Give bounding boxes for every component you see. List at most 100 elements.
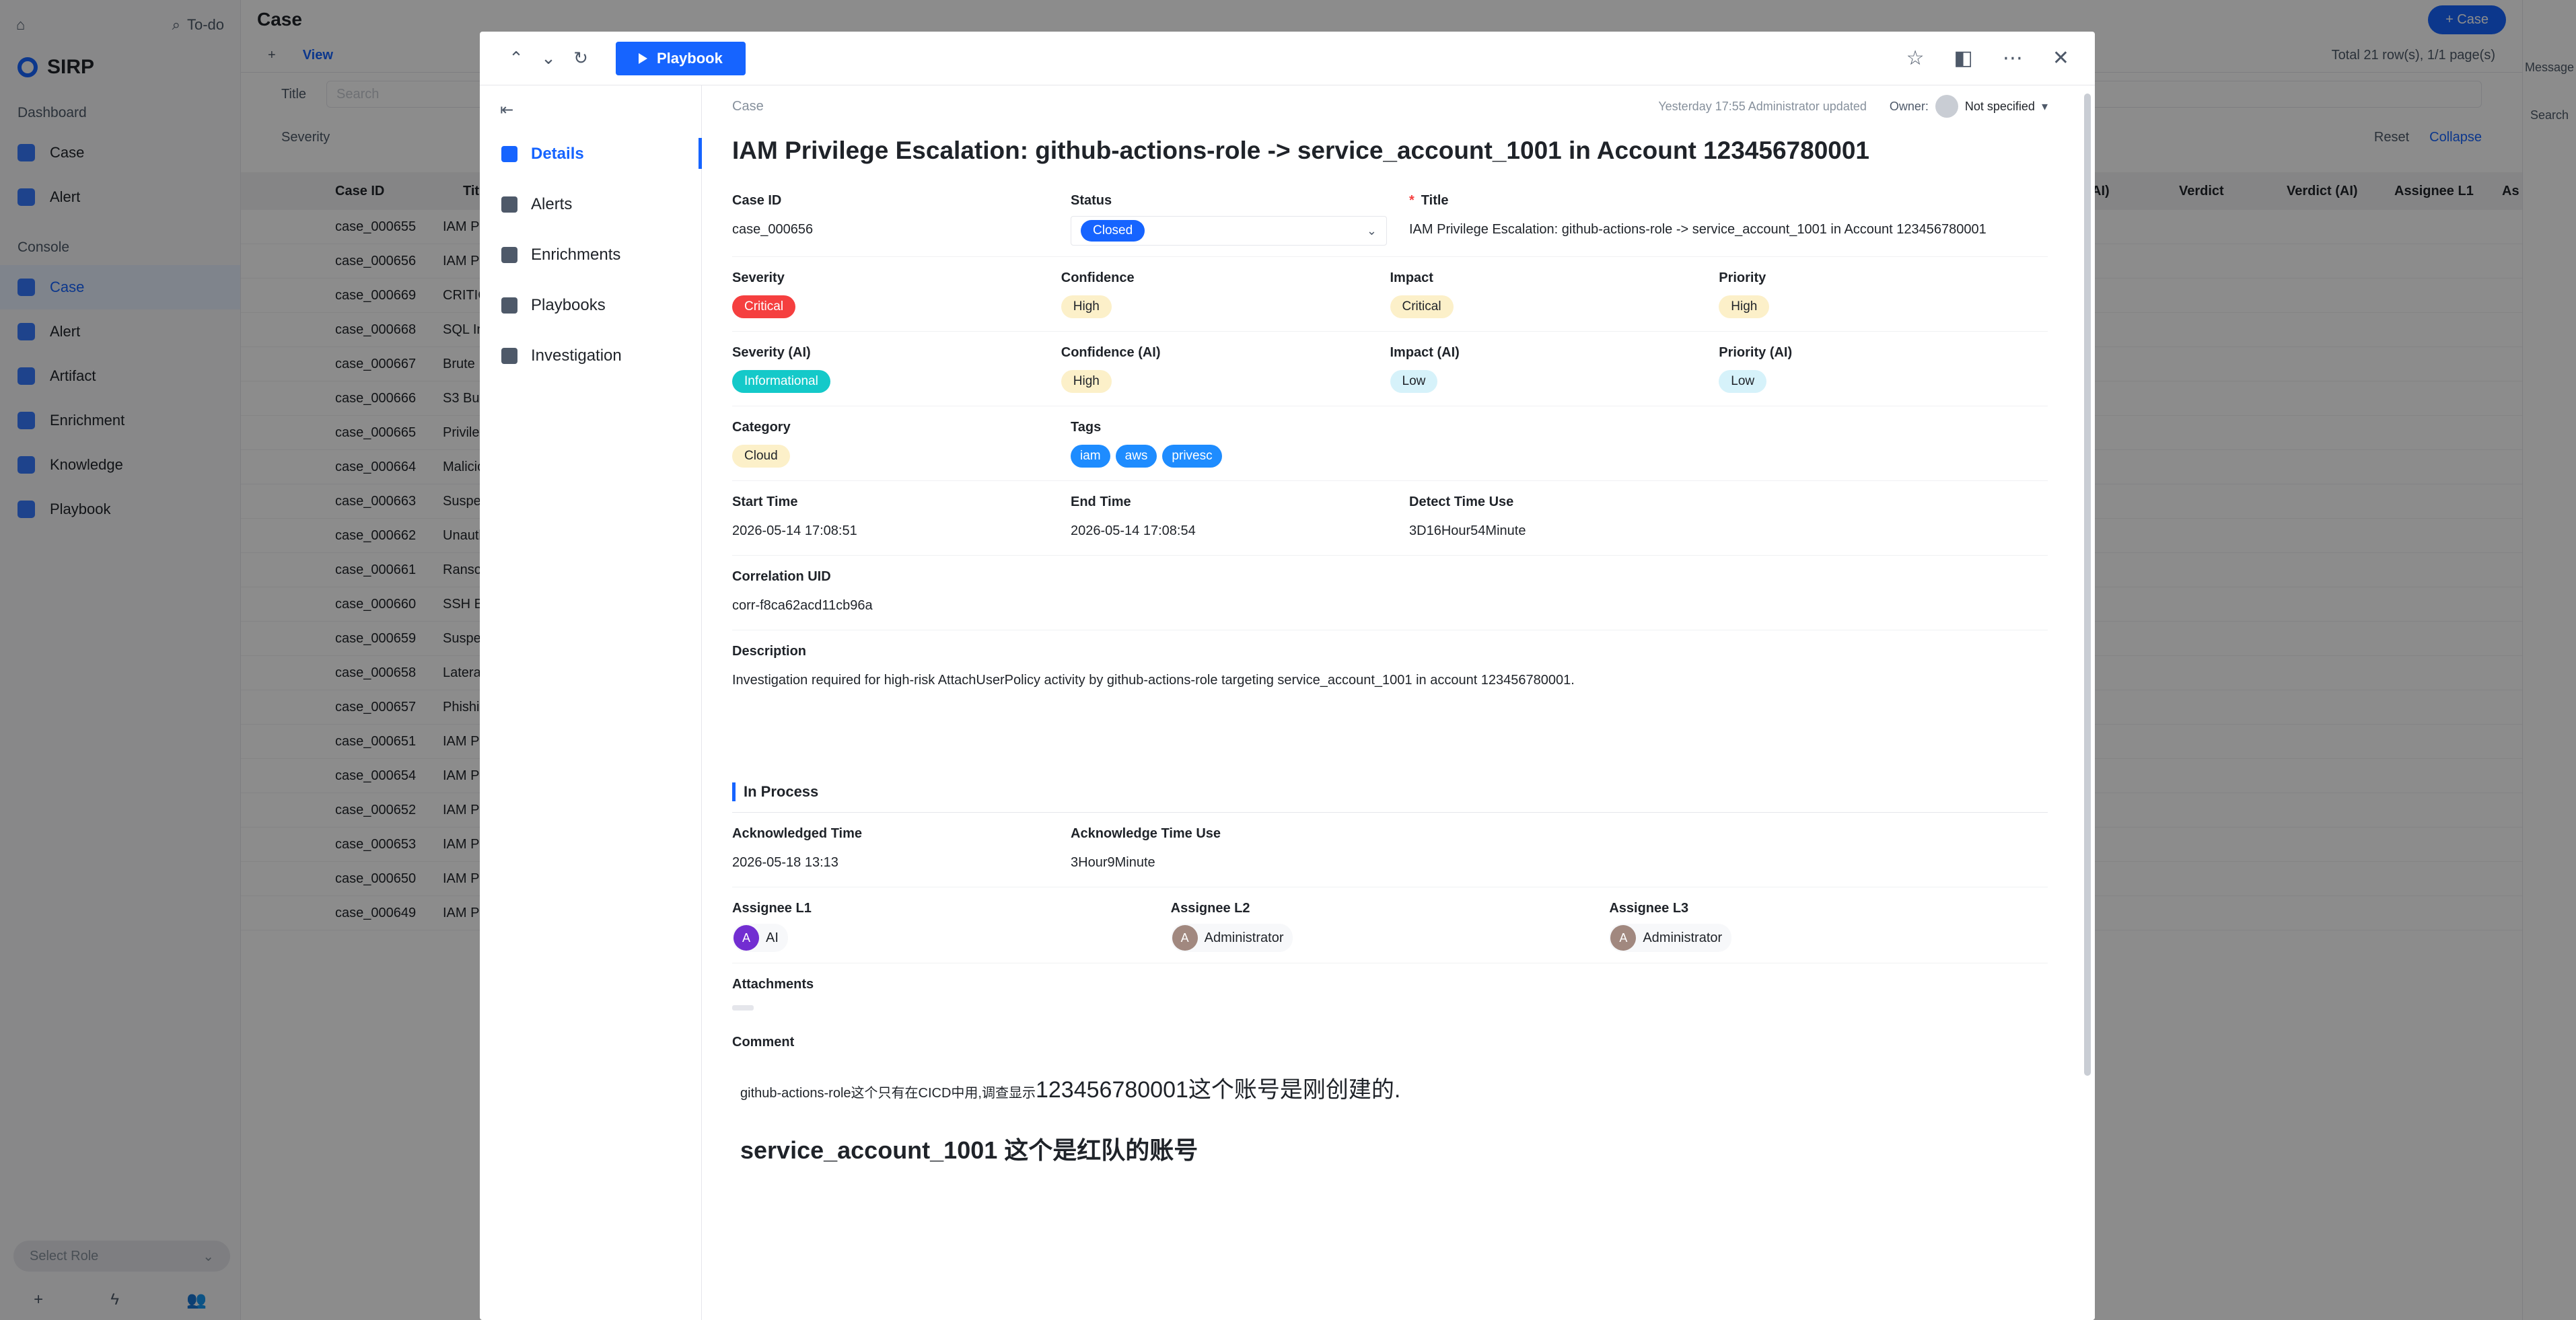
field-label: Tags <box>1071 420 1102 435</box>
field-category: Category Cloud <box>732 420 1071 470</box>
enrichment-icon <box>501 246 517 263</box>
chevron-down-icon[interactable]: ⌄ <box>538 48 559 69</box>
field-priority-ai: Priority (AI) Low <box>1719 345 2048 395</box>
field-value: 3Hour9Minute <box>1071 854 1155 870</box>
playbook-button[interactable]: Playbook <box>616 41 746 75</box>
field-severity-ai: Severity (AI) Informational <box>732 345 1061 395</box>
status-select[interactable]: Closed ⌄ <box>1071 216 1387 246</box>
field-tags: Tags iam aws privesc <box>1071 420 1542 470</box>
attachments-upload[interactable] <box>732 1005 754 1011</box>
description-text[interactable]: Investigation required for high-risk Att… <box>732 667 2048 694</box>
field-label: Description <box>732 644 807 659</box>
field-row: Start Time 2026-05-14 17:08:51 End Time 20… <box>732 481 2048 556</box>
nav-item-label: Alerts <box>531 194 573 213</box>
owner-select[interactable]: Owner: Not specified ▾ <box>1890 95 2048 118</box>
refresh-icon[interactable]: ↻ <box>570 48 592 69</box>
field-row: Description Investigation required for hi… <box>732 630 2048 704</box>
nav-item-enrichments[interactable]: Enrichments <box>480 229 701 280</box>
field-detect-time-use: Detect Time Use 3D16Hour54Minute <box>1409 494 1748 544</box>
field-impact-ai: Impact (AI) Low <box>1390 345 1719 395</box>
tag-chip[interactable]: iam <box>1071 445 1110 468</box>
nav-item-playbooks[interactable]: Playbooks <box>480 280 701 330</box>
field-label: Confidence (AI) <box>1061 345 1161 360</box>
tag-chip[interactable]: privesc <box>1162 445 1222 468</box>
field-assignee-l3: Assignee L3 A Administrator <box>1609 901 2048 952</box>
field-confidence-ai: Confidence (AI) High <box>1061 345 1390 395</box>
field-label: End Time <box>1071 494 1131 509</box>
investigation-icon <box>501 347 517 364</box>
field-label: Priority <box>1719 270 1766 285</box>
panel-toggle-icon[interactable]: ◧ <box>1954 46 1973 70</box>
playbook-icon <box>501 297 517 314</box>
collapse-nav-icon[interactable]: ⇤ <box>480 85 701 129</box>
avatar: A <box>734 925 759 951</box>
field-label: Severity (AI) <box>732 345 811 360</box>
field-row: Category Cloud Tags iam aws privesc <box>732 406 2048 481</box>
impact-ai-badge: Low <box>1390 370 1438 393</box>
close-icon[interactable]: ✕ <box>2052 46 2069 70</box>
breadcrumb: Case <box>732 98 764 114</box>
field-label: Case ID <box>732 193 782 208</box>
scrollbar-thumb[interactable] <box>2084 94 2091 1076</box>
required-marker: * <box>1409 193 1415 208</box>
field-status: Status Closed ⌄ <box>1071 193 1409 246</box>
comment-editor[interactable]: github-actions-role这个只有在CICD中用,调查显示12345… <box>732 1058 2048 1179</box>
impact-badge[interactable]: Critical <box>1390 295 1454 318</box>
field-acknowledged-time: Acknowledged Time 2026-05-18 13:13 <box>732 826 1071 876</box>
nav-item-label: Playbooks <box>531 295 606 314</box>
star-icon[interactable]: ☆ <box>1906 46 1925 70</box>
field-case-id: Case ID case_000656 <box>732 193 1071 246</box>
field-assignee-l1: Assignee L1 A AI <box>732 901 1171 952</box>
confidence-ai-badge: High <box>1061 370 1112 393</box>
chevron-up-icon[interactable]: ⌃ <box>505 48 527 69</box>
details-header: Case Yesterday 17:55 Administrator updat… <box>732 85 2048 127</box>
assignee-chip[interactable]: A AI <box>732 924 788 952</box>
field-label: Assignee L3 <box>1609 901 1689 916</box>
assignee-chip[interactable]: A Administrator <box>1170 924 1293 952</box>
field-label: Confidence <box>1061 270 1135 285</box>
confidence-badge[interactable]: High <box>1061 295 1112 318</box>
field-end-time: End Time 2026-05-14 17:08:54 <box>1071 494 1409 544</box>
more-icon[interactable]: ⋯ <box>2003 46 2023 70</box>
field-impact: Impact Critical <box>1390 270 1719 320</box>
modal-actions: ☆ ◧ ⋯ ✕ <box>1906 46 2069 70</box>
field-severity: Severity Critical <box>732 270 1061 320</box>
field-row: Assignee L1 A AI Assignee L2 A Administrat… <box>732 887 2048 963</box>
comment-text: github-actions-role这个只有在CICD中用,调查显示 <box>740 1086 1036 1101</box>
field-start-time: Start Time 2026-05-14 17:08:51 <box>732 494 1071 544</box>
nav-item-label: Enrichments <box>531 245 621 264</box>
assignee-name: Administrator <box>1204 930 1284 945</box>
field-value: 2026-05-18 13:13 <box>732 854 838 870</box>
field-label: Attachments <box>732 977 814 992</box>
nav-item-details[interactable]: Details <box>480 129 702 179</box>
playbook-button-label: Playbook <box>657 49 723 67</box>
field-title: * Title IAM Privilege Escalation: github-a… <box>1409 193 2048 246</box>
severity-badge[interactable]: Critical <box>732 295 796 318</box>
modal-toolbar: ⌃ ⌄ ↻ Playbook ☆ ◧ ⋯ ✕ <box>480 32 2095 85</box>
assignee-name: Administrator <box>1643 930 1723 945</box>
field-label: Correlation UID <box>732 569 831 584</box>
case-title: IAM Privilege Escalation: github-actions… <box>732 137 1870 164</box>
owner-value: Not specified <box>1964 99 2035 113</box>
field-value: corr-f8ca62acd11cb96a <box>732 597 873 613</box>
title-input[interactable]: IAM Privilege Escalation: github-actions… <box>1409 216 2048 243</box>
play-icon <box>639 52 647 64</box>
assignee-chip[interactable]: A Administrator <box>1609 924 1732 952</box>
details-panel: Case Yesterday 17:55 Administrator updat… <box>702 85 2080 1320</box>
scrollbar[interactable] <box>2080 85 2095 1320</box>
field-correlation-uid: Correlation UID corr-f8ca62acd11cb96a <box>732 569 1071 619</box>
nav-item-label: Details <box>531 144 584 163</box>
field-row: Severity Critical Confidence High Impact Cr… <box>732 257 2048 332</box>
nav-item-investigation[interactable]: Investigation <box>480 330 701 381</box>
field-label: Acknowledge Time Use <box>1071 826 1221 841</box>
priority-badge[interactable]: High <box>1719 295 1770 318</box>
field-value: 2026-05-14 17:08:51 <box>732 523 857 538</box>
tag-chip[interactable]: aws <box>1115 445 1157 468</box>
updated-info: Yesterday 17:55 Administrator updated <box>1658 99 1867 113</box>
category-badge[interactable]: Cloud <box>732 445 790 468</box>
nav-item-alerts[interactable]: Alerts <box>480 179 701 229</box>
severity-ai-badge: Informational <box>732 370 830 393</box>
details-icon <box>501 145 517 162</box>
nav-item-label: Investigation <box>531 346 622 365</box>
field-label: Detect Time Use <box>1409 494 1514 509</box>
